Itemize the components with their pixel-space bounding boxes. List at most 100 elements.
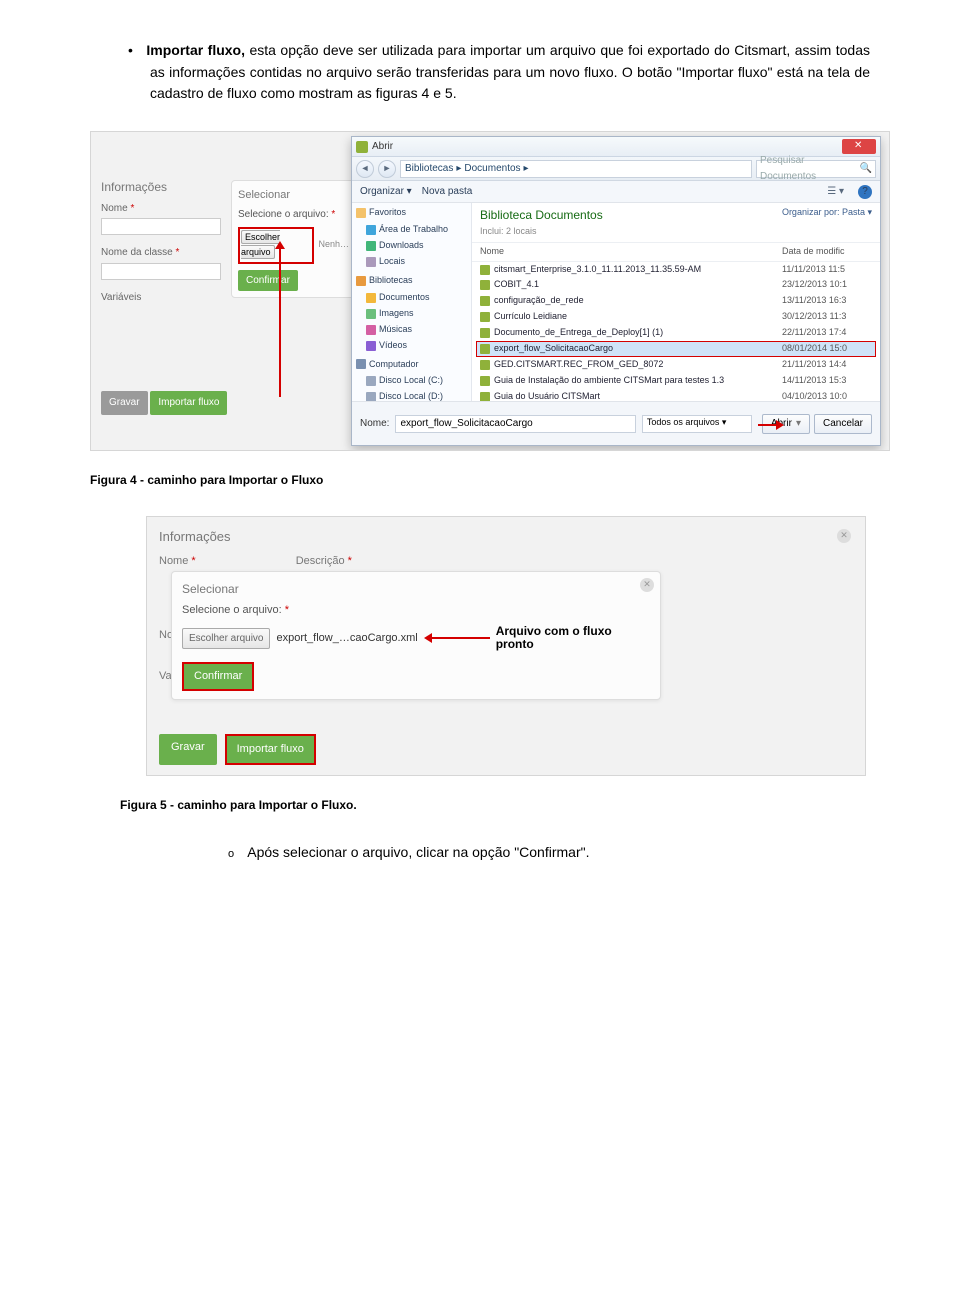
- close-icon[interactable]: [842, 139, 876, 154]
- close-icon[interactable]: ✕: [837, 529, 851, 543]
- file-date: 23/12/2013 10:1: [782, 278, 872, 292]
- file-icon: [480, 392, 490, 401]
- file-name: Documento_de_Entrega_de_Deploy[1] (1): [494, 326, 778, 340]
- nav-forward-icon[interactable]: ►: [378, 160, 396, 178]
- label-descricao: Descrição *: [296, 553, 352, 570]
- file-date: 11/11/2013 11:5: [782, 263, 872, 277]
- file-list: citsmart_Enterprise_3.1.0_11.11.2013_11.…: [472, 262, 880, 402]
- library-title: Biblioteca Documentos: [480, 206, 603, 225]
- file-name: export_flow_SolicitacaoCargo: [494, 342, 778, 356]
- bottom-button-row: Gravar Importar fluxo: [159, 734, 316, 765]
- confirmar-highlight: Confirmar: [182, 662, 254, 691]
- sub-text-a: Após selecionar o arquivo, clicar na opç…: [247, 844, 514, 860]
- label-nome: Nome *: [101, 201, 231, 217]
- column-date[interactable]: Data de modific: [782, 245, 872, 259]
- label-nome-2: Nome *: [159, 553, 196, 570]
- selecionar-panel-2: ✕ Selecionar Selecione o arquivo: * Esco…: [171, 571, 661, 700]
- sidebar-item-downloads[interactable]: Downloads: [366, 238, 471, 254]
- close-icon[interactable]: ✕: [640, 578, 654, 592]
- dialog-nav: ◄ ► Bibliotecas ▸ Documentos ▸ Pesquisar…: [352, 157, 880, 181]
- gravar-button-2[interactable]: Gravar: [159, 734, 217, 765]
- figure-5-caption: Figura 5 - caminho para Importar o Fluxo…: [120, 796, 870, 815]
- name-label: Nome:: [360, 416, 389, 432]
- file-row[interactable]: Guia do Usuário CITSMart 04/10/2013 10:0: [472, 389, 880, 401]
- info-panel-2: Informações ✕ Nome * Descrição *: [159, 527, 853, 570]
- file-row[interactable]: Currículo Leidiane30/12/2013 11:3: [472, 309, 880, 325]
- column-name[interactable]: Nome: [480, 245, 782, 259]
- view-icon[interactable]: ☰ ▾: [827, 184, 844, 200]
- toolbar-new-folder[interactable]: Nova pasta: [422, 184, 473, 200]
- organize-by[interactable]: Organizar por: Pasta ▾: [782, 206, 872, 220]
- library-subtitle: Inclui: 2 locais: [480, 225, 603, 239]
- file-name: Guia de Instalação do ambiente CITSMart …: [494, 374, 778, 388]
- bullet-dot: •: [128, 40, 133, 62]
- gravar-button[interactable]: Gravar: [101, 391, 148, 415]
- selecionar-panel: Selecionar Selecione o arquivo: * Escolh…: [231, 180, 356, 298]
- arrow-annotation: [279, 247, 281, 397]
- input-nome[interactable]: [101, 218, 221, 235]
- file-open-dialog: Abrir ◄ ► Bibliotecas ▸ Documentos ▸ Pes…: [351, 136, 881, 446]
- annotation-text: Arquivo com o fluxopronto: [496, 625, 612, 651]
- file-date: 14/11/2013 15:3: [782, 374, 872, 388]
- file-row[interactable]: GED.CITSMART.REC_FROM_GED_807221/11/2013…: [472, 357, 880, 373]
- toolbar-organize[interactable]: Organizar ▾: [360, 184, 412, 200]
- file-date: 22/11/2013 17:4: [782, 326, 872, 340]
- search-input[interactable]: Pesquisar Documentos 🔍: [756, 160, 876, 178]
- importar-fluxo-button[interactable]: Importar fluxo: [150, 391, 227, 415]
- sidebar-item-desktop[interactable]: Área de Trabalho: [366, 222, 471, 238]
- file-date: 08/01/2014 15:0: [782, 342, 872, 356]
- file-row[interactable]: COBIT_4.123/12/2013 10:1: [472, 277, 880, 293]
- breadcrumb[interactable]: Bibliotecas ▸ Documentos ▸: [400, 160, 752, 178]
- search-placeholder: Pesquisar Documentos: [760, 153, 857, 184]
- sidebar-item-disco-c[interactable]: Disco Local (C:): [366, 373, 471, 389]
- sidebar-item-musicas[interactable]: Músicas: [366, 322, 471, 338]
- arrow-open-annotation: [758, 424, 778, 426]
- file-icon: [480, 376, 490, 386]
- selecionar-title: Selecionar: [238, 187, 349, 204]
- sidebar-favorites: Favoritos: [356, 206, 467, 220]
- filename-input[interactable]: export_flow_SolicitacaoCargo: [395, 415, 635, 433]
- sidebar-item-disco-d[interactable]: Disco Local (D:): [366, 389, 471, 401]
- arrow-annotation-2: [430, 637, 490, 639]
- file-row[interactable]: Documento_de_Entrega_de_Deploy[1] (1) 22/…: [472, 325, 880, 341]
- selecionar-title-2: Selecionar: [182, 580, 650, 599]
- confirmar-button-2[interactable]: Confirmar: [184, 664, 252, 689]
- figure-4-screenshot: Informações Nome * Nome da classe * Vari…: [90, 131, 890, 451]
- dialog-main: Biblioteca Documentos Inclui: 2 locais O…: [472, 203, 880, 401]
- dialog-sidebar: Favoritos Área de Trabalho Downloads Loc…: [352, 203, 472, 401]
- file-date: 13/11/2013 16:3: [782, 294, 872, 308]
- breadcrumb-item-documentos: Documentos ▸: [464, 161, 528, 177]
- confirmar-button[interactable]: Confirmar: [238, 270, 298, 292]
- selecionar-label-2: Selecione o arquivo: *: [182, 602, 650, 619]
- file-name: GED.CITSMART.REC_FROM_GED_8072: [494, 358, 778, 372]
- cancel-button[interactable]: Cancelar: [814, 414, 872, 434]
- file-row[interactable]: Guia de Instalação do ambiente CITSMart …: [472, 373, 880, 389]
- sidebar-item-imagens[interactable]: Imagens: [366, 306, 471, 322]
- selected-filename: export_flow_…caoCargo.xml: [276, 630, 417, 647]
- intro-paragraph: • Importar fluxo, esta opção deve ser ut…: [90, 40, 870, 105]
- file-name: Guia do Usuário CITSMart: [494, 390, 778, 401]
- selecionar-label: Selecione o arquivo: *: [238, 207, 349, 223]
- input-classe[interactable]: [101, 263, 221, 280]
- sidebar-computador: Computador: [356, 358, 467, 372]
- file-row[interactable]: configuração_de_rede 13/11/2013 16:3: [472, 293, 880, 309]
- dialog-toolbar: Organizar ▾ Nova pasta ☰ ▾ ?: [352, 181, 880, 203]
- file-name: citsmart_Enterprise_3.1.0_11.11.2013_11.…: [494, 263, 778, 277]
- intro-lead: Importar fluxo,: [146, 42, 245, 58]
- file-date: 04/10/2013 10:0: [782, 390, 872, 401]
- file-icon: [480, 344, 490, 354]
- nenhum-arquivo-text: Nenh…: [318, 238, 349, 252]
- help-icon[interactable]: ?: [858, 185, 872, 199]
- sidebar-item-documentos[interactable]: Documentos: [366, 290, 471, 306]
- file-row[interactable]: export_flow_SolicitacaoCargo 08/01/2014 1…: [476, 341, 876, 357]
- importar-fluxo-button-2[interactable]: Importar fluxo: [227, 736, 314, 763]
- sidebar-item-videos[interactable]: Vídeos: [366, 338, 471, 354]
- escolher-arquivo-button-2[interactable]: Escolher arquivo: [182, 628, 270, 650]
- filetype-select[interactable]: Todos os arquivos ▾: [642, 415, 752, 433]
- file-name: configuração_de_rede: [494, 294, 778, 308]
- nav-back-icon[interactable]: ◄: [356, 160, 374, 178]
- file-date: 30/12/2013 11:3: [782, 310, 872, 324]
- label-variaveis: Variáveis: [101, 290, 231, 306]
- file-row[interactable]: citsmart_Enterprise_3.1.0_11.11.2013_11.…: [472, 262, 880, 278]
- sidebar-item-locais[interactable]: Locais: [366, 254, 471, 270]
